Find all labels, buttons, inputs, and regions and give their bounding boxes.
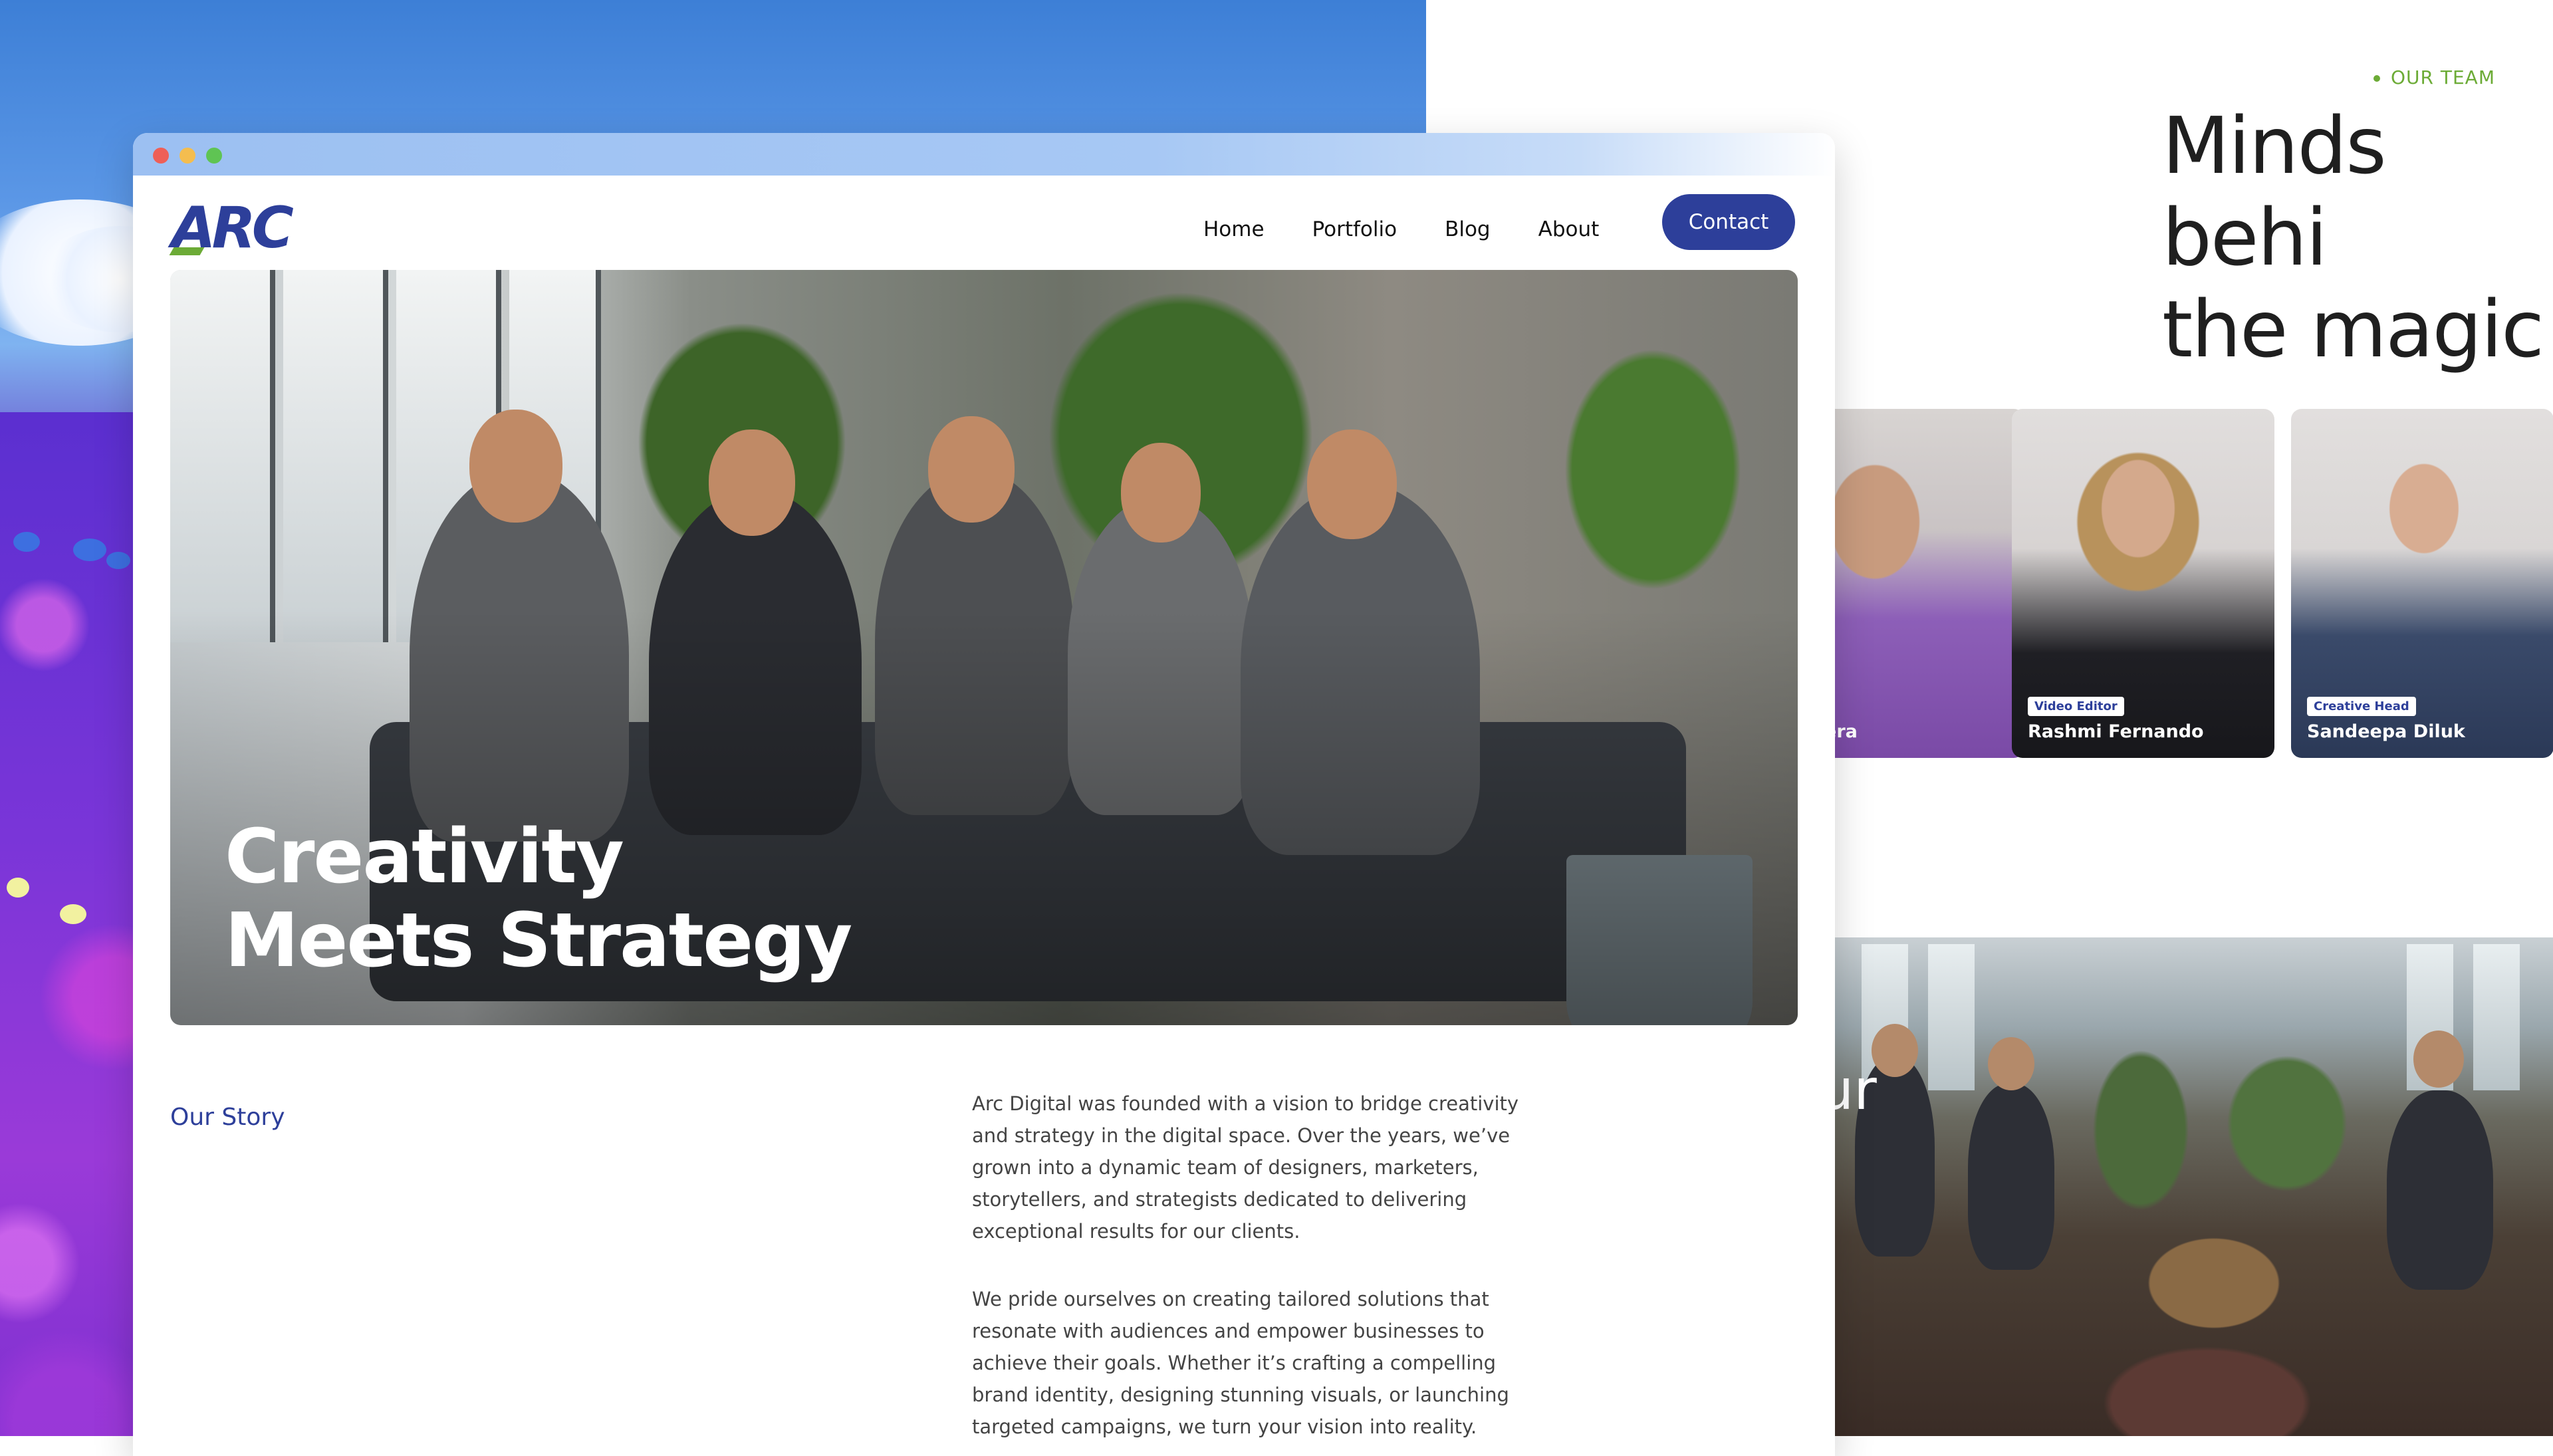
- person-head: [1988, 1037, 2034, 1090]
- hero-title: Creativity Meets Strategy: [225, 814, 852, 984]
- our-story-label: Our Story: [170, 1104, 285, 1131]
- main-nav: Home Portfolio Blog About: [1203, 209, 1599, 249]
- story-paragraph: We pride ourselves on creating tailored …: [972, 1288, 1509, 1438]
- person: [2387, 1090, 2493, 1290]
- team-heading: Minds behi the magic: [2162, 100, 2544, 375]
- hero-image: Creativity Meets Strategy: [170, 270, 1798, 1025]
- person: [1968, 1084, 2054, 1270]
- window: [1928, 944, 1975, 1090]
- role-badge: Video Editor: [2028, 697, 2124, 716]
- role-badge: Creative Head: [2307, 697, 2416, 716]
- flower: [13, 532, 40, 552]
- person-head: [1872, 1024, 1918, 1077]
- flower: [106, 552, 130, 569]
- team-card[interactable]: Creative Head Sandeepa Diluk: [2291, 409, 2553, 758]
- browser-window: ARC Home Portfolio Blog About Contact Cr…: [133, 133, 1835, 1456]
- team-tag-label: OUR TEAM: [2391, 66, 2495, 88]
- nav-portfolio[interactable]: Portfolio: [1312, 217, 1398, 241]
- flower: [60, 904, 86, 924]
- team-card[interactable]: Video Editor Rashmi Fernando: [2012, 409, 2274, 758]
- nav-blog[interactable]: Blog: [1445, 217, 1491, 241]
- nav-home[interactable]: Home: [1203, 217, 1265, 241]
- flower: [7, 878, 29, 898]
- person-head: [2413, 1031, 2464, 1088]
- title-bar: [133, 133, 1835, 176]
- nav-about[interactable]: About: [1538, 217, 1600, 241]
- team-member-name: Rashmi Fernando: [2028, 721, 2204, 742]
- office-photo: [1835, 937, 2553, 1436]
- flower: [73, 539, 106, 561]
- contact-button[interactable]: Contact: [1662, 194, 1795, 250]
- logo-accent: [169, 247, 205, 255]
- arc-logo[interactable]: ARC: [169, 199, 294, 257]
- story-paragraph: Arc Digital was founded with a vision to…: [972, 1092, 1519, 1243]
- team-section-tag: OUR TEAM: [2373, 66, 2495, 88]
- team-member-name: Sandeepa Diluk: [2307, 721, 2465, 742]
- maximize-window-button[interactable]: [206, 148, 222, 164]
- close-window-button[interactable]: [153, 148, 169, 164]
- bullet-dot: [2373, 75, 2380, 82]
- window: [2473, 944, 2520, 1090]
- minimize-window-button[interactable]: [180, 148, 195, 164]
